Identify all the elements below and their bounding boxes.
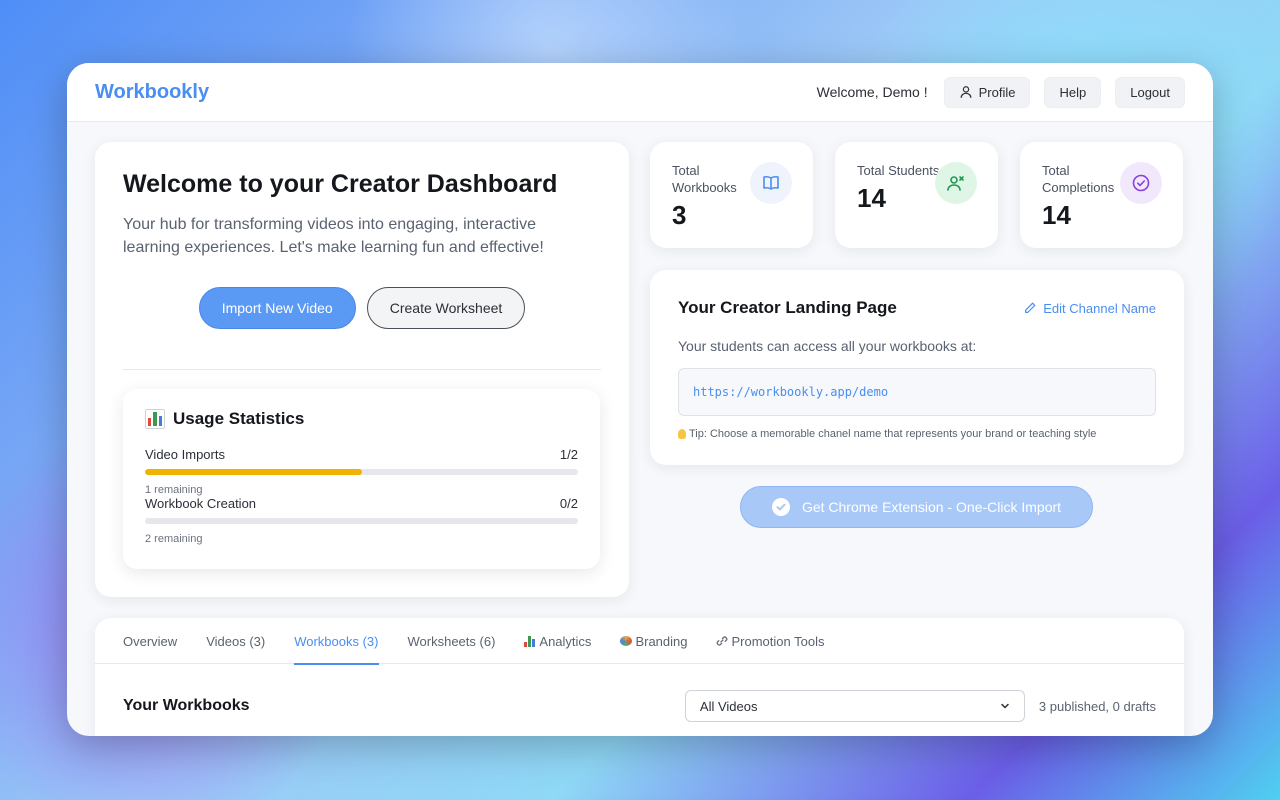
usage-count: 1/2 xyxy=(559,447,578,462)
pencil-icon xyxy=(1025,302,1036,313)
app-window: Workbookly Welcome, Demo ! Profile Help … xyxy=(67,63,1213,736)
chart-icon xyxy=(524,635,536,647)
dashboard-tabs: Overview Videos (3) Workbooks (3) Worksh… xyxy=(95,618,1184,665)
palette-icon xyxy=(620,636,633,646)
tab-label: Workbooks (3) xyxy=(294,633,379,649)
edit-channel-name-link[interactable]: Edit Channel Name xyxy=(1023,301,1156,316)
tip-text: Tip: Choose a memorable chanel name that… xyxy=(689,428,1097,440)
usage-title: Usage Statistics xyxy=(173,409,305,428)
progress-fill xyxy=(145,469,362,475)
tab-label: Analytics xyxy=(539,633,592,649)
usage-statistics-card: Usage Statistics Video Imports 1/2 1 rem… xyxy=(123,389,600,569)
edit-channel-label: Edit Channel Name xyxy=(1043,300,1156,316)
usage-remaining: 2 remaining xyxy=(145,533,203,545)
tab-promotion-tools[interactable]: Promotion Tools xyxy=(716,618,824,664)
tab-label: Overview xyxy=(123,633,178,649)
landing-description: Your students can access all your workbo… xyxy=(678,338,977,354)
tab-label: Worksheets (6) xyxy=(407,633,496,649)
tab-label: Promotion Tools xyxy=(731,633,825,649)
stat-card-completions: Total Completions 14 xyxy=(1020,142,1183,248)
user-icon xyxy=(960,86,972,98)
video-filter-select[interactable]: All Videos xyxy=(684,690,1025,722)
stat-label: Total Workbooks xyxy=(672,163,737,195)
tab-overview[interactable]: Overview xyxy=(123,618,177,664)
welcome-card: Welcome to your Creator Dashboard Your h… xyxy=(95,142,629,597)
welcome-text: Welcome, Demo ! xyxy=(816,84,928,100)
usage-remaining: 1 remaining xyxy=(145,484,203,496)
profile-label: Profile xyxy=(978,84,1016,100)
top-navbar: Workbookly Welcome, Demo ! Profile Help … xyxy=(67,63,1213,122)
logout-button[interactable]: Logout xyxy=(1115,76,1185,108)
usage-count: 0/2 xyxy=(559,496,578,511)
creator-landing-card: Your Creator Landing Page Edit Channel N… xyxy=(650,270,1184,465)
landing-url[interactable]: https://workbookly.app/demo xyxy=(678,368,1156,416)
tab-label: Branding xyxy=(635,633,688,649)
workbooks-title: Your Workbooks xyxy=(123,697,250,714)
workbook-creation-progress xyxy=(145,518,578,524)
publish-count: 3 published, 0 drafts xyxy=(1038,698,1156,714)
workbooks-section: Overview Videos (3) Workbooks (3) Worksh… xyxy=(95,618,1184,736)
stat-value: 3 xyxy=(672,200,687,230)
stat-card-students: Total Students 14 xyxy=(835,142,998,248)
usage-row-video-imports: Video Imports 1/2 xyxy=(145,447,578,462)
stat-card-workbooks: Total Workbooks 3 xyxy=(650,142,813,248)
usage-row-workbook-creation: Workbook Creation 0/2 xyxy=(145,496,578,511)
dashboard-subtitle: Your hub for transforming videos into en… xyxy=(123,216,544,256)
lightbulb-icon xyxy=(678,429,686,439)
import-video-button[interactable]: Import New Video xyxy=(198,287,356,329)
dashboard-title: Welcome to your Creator Dashboard xyxy=(123,170,558,198)
tab-videos[interactable]: Videos (3) xyxy=(206,618,265,664)
profile-button[interactable]: Profile xyxy=(943,76,1031,108)
tab-workbooks[interactable]: Workbooks (3) xyxy=(294,618,379,665)
tab-worksheets[interactable]: Worksheets (6) xyxy=(408,618,496,664)
divider xyxy=(123,369,601,370)
book-icon xyxy=(750,162,792,204)
users-icon xyxy=(935,162,977,204)
help-button[interactable]: Help xyxy=(1044,76,1102,108)
stat-label: Total Completions xyxy=(1042,163,1115,195)
chrome-extension-label: Get Chrome Extension - One-Click Import xyxy=(801,499,1062,515)
usage-label: Video Imports xyxy=(145,447,225,462)
video-imports-progress xyxy=(145,469,578,475)
bar-chart-icon xyxy=(145,409,165,429)
chrome-extension-button[interactable]: Get Chrome Extension - One-Click Import xyxy=(740,486,1093,528)
select-value: All Videos xyxy=(699,698,758,714)
tab-branding[interactable]: Branding xyxy=(620,618,687,664)
link-icon xyxy=(717,636,728,646)
landing-tip: Tip: Choose a memorable chanel name that… xyxy=(678,428,1156,440)
stat-label: Total Students xyxy=(857,163,940,178)
landing-title: Your Creator Landing Page xyxy=(678,298,897,317)
create-worksheet-button[interactable]: Create Worksheet xyxy=(366,287,526,329)
app-logo[interactable]: Workbookly xyxy=(95,81,209,104)
usage-label: Workbook Creation xyxy=(145,496,257,511)
stat-value: 14 xyxy=(1042,200,1071,230)
check-icon xyxy=(771,498,790,516)
tab-analytics[interactable]: Analytics xyxy=(524,618,591,664)
check-circle-icon xyxy=(1120,162,1162,204)
chevron-down-icon xyxy=(1001,703,1009,709)
tab-label: Videos (3) xyxy=(206,633,266,649)
